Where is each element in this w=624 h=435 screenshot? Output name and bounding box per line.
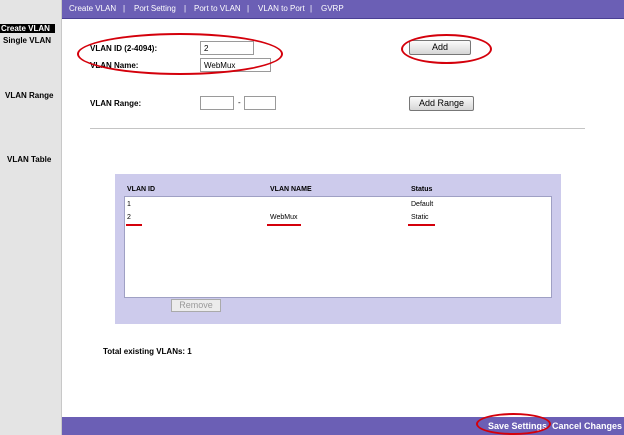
table-row-2-id[interactable]: 2 [127,214,131,221]
annotation-underline-status [408,224,435,226]
nav-separator: | [123,4,126,13]
tab-port-to-vlan[interactable]: Port to VLAN [194,4,241,13]
sidebar-item-vlan-range[interactable]: VLAN Range [5,91,53,100]
table-row-1-id[interactable]: 1 [127,201,131,208]
tab-gvrp[interactable]: GVRP [321,4,344,13]
tab-create-vlan[interactable]: Create VLAN [69,4,116,13]
add-button[interactable]: Add [409,40,471,55]
nav-separator: | [247,4,250,13]
section-divider [90,128,585,129]
vlan-id-input[interactable] [200,41,254,55]
tab-vlan-to-port[interactable]: VLAN to Port [258,4,305,13]
remove-button[interactable]: Remove [171,299,221,312]
nav-separator: | [310,4,313,13]
add-range-button[interactable]: Add Range [409,96,474,111]
sidebar-active-create-vlan[interactable]: Create VLAN [0,24,55,33]
vlan-range-from-input[interactable] [200,96,234,110]
tab-port-setting[interactable]: Port Setting [134,4,176,13]
col-header-vlan-id: VLAN ID [127,186,155,193]
col-header-status: Status [411,186,433,193]
vlan-range-to-input[interactable] [244,96,276,110]
range-dash: - [238,98,241,107]
sidebar: Create VLAN Single VLAN VLAN Range VLAN … [0,0,62,435]
table-row-1-status[interactable]: Default [411,201,433,208]
total-vlans-text: Total existing VLANs: 1 [103,347,192,356]
save-settings-button[interactable]: Save Settings [488,421,547,431]
vlan-range-label: VLAN Range: [90,99,142,108]
table-row-2-status[interactable]: Static [411,214,429,221]
vlan-table-body[interactable] [124,196,552,298]
vlan-name-input[interactable] [200,58,271,72]
annotation-underline-id [126,224,142,226]
sidebar-item-vlan-table[interactable]: VLAN Table [7,155,51,164]
col-header-vlan-name: VLAN NAME [270,186,312,193]
sidebar-item-single-vlan[interactable]: Single VLAN [3,36,51,45]
table-row-2-name[interactable]: WebMux [270,214,298,221]
cancel-changes-button[interactable]: Cancel Changes [552,421,622,431]
vlan-id-label: VLAN ID (2-4094): [90,44,158,53]
annotation-underline-name [267,224,301,226]
vlan-name-label: VLAN Name: [90,61,139,70]
nav-separator: | [184,4,187,13]
